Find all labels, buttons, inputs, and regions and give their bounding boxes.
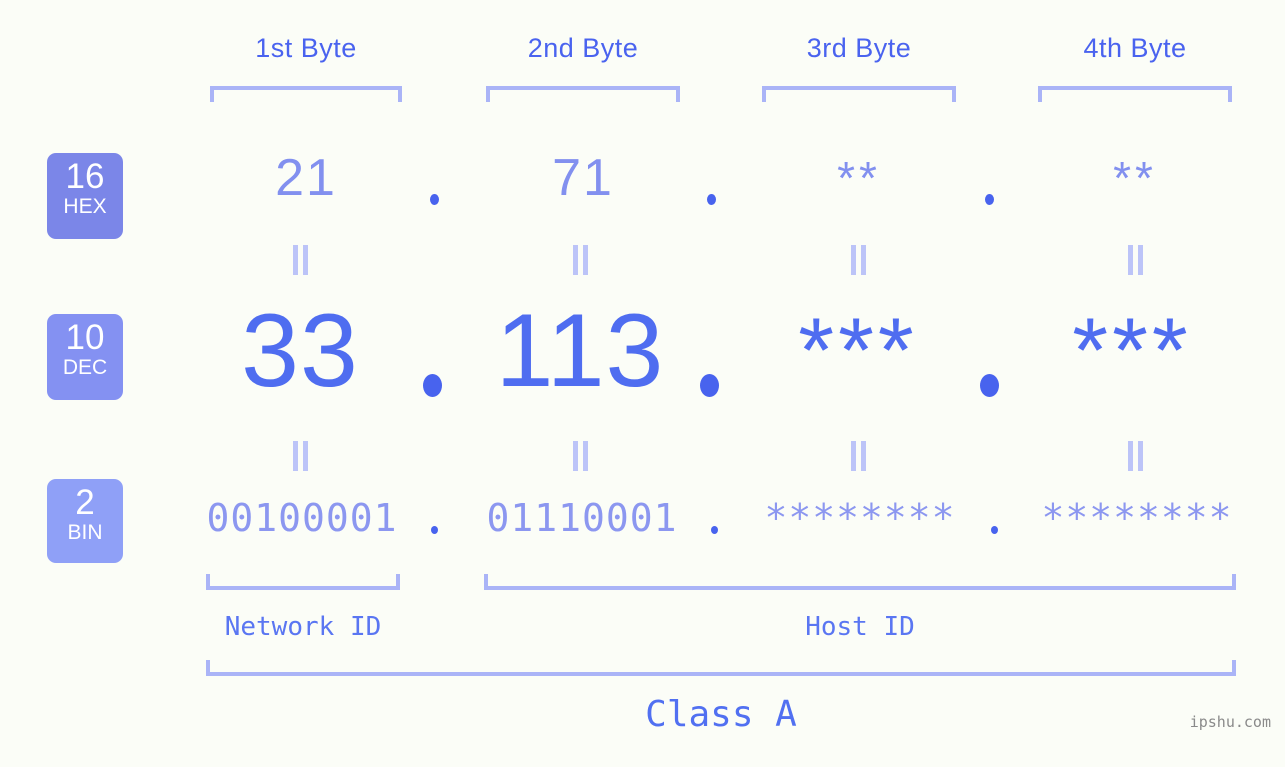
byte-header-3: 3rd Byte [806, 33, 912, 63]
base-badge-dec-name: DEC [62, 356, 108, 379]
class-bracket [206, 660, 1236, 676]
class-label: Class A [645, 694, 797, 735]
network-id-bracket [206, 574, 400, 590]
equals-icon-hex-dec-3 [851, 245, 867, 275]
byte-bracket-top-2 [486, 86, 680, 102]
byte-bracket-top-4 [1038, 86, 1232, 102]
equals-icon-hex-dec-2 [573, 245, 589, 275]
host-id-label: Host ID [805, 612, 915, 642]
hex-byte-4: ** [1113, 152, 1157, 204]
bin-byte-2: 01110001 [486, 496, 678, 540]
bin-byte-3: ******** [764, 496, 956, 540]
ip-address-breakdown-diagram: 1st Byte 2nd Byte 3rd Byte 4th Byte 16 H… [0, 0, 1285, 767]
host-id-bracket [484, 574, 1236, 590]
base-badge-bin-name: BIN [67, 521, 103, 544]
dec-separator-dot-2 [700, 374, 719, 397]
base-badge-bin-number: 2 [75, 483, 95, 522]
dec-byte-1: 33 [241, 293, 359, 409]
dec-separator-dot-3 [980, 374, 999, 397]
base-badge-hex: 16 HEX [47, 153, 123, 239]
bin-separator-dot-3 [991, 526, 998, 534]
base-badge-hex-name: HEX [63, 195, 107, 218]
equals-icon-dec-bin-1 [293, 441, 309, 471]
equals-icon-hex-dec-4 [1128, 245, 1144, 275]
base-badge-bin: 2 BIN [47, 479, 123, 563]
site-watermark: ipshu.com [1189, 713, 1271, 731]
bin-byte-4: ******** [1041, 496, 1233, 540]
network-id-label: Network ID [224, 612, 382, 642]
hex-separator-dot-2 [707, 194, 716, 205]
hex-byte-2: 71 [552, 149, 614, 207]
byte-bracket-top-3 [762, 86, 956, 102]
hex-byte-3: ** [837, 152, 881, 204]
dec-byte-4: *** [1072, 300, 1192, 402]
dec-separator-dot-1 [423, 374, 442, 397]
byte-header-1: 1st Byte [255, 33, 357, 63]
bin-separator-dot-1 [431, 526, 438, 534]
hex-byte-1: 21 [275, 149, 337, 207]
byte-header-4: 4th Byte [1083, 33, 1187, 63]
base-badge-dec-number: 10 [65, 318, 105, 357]
equals-icon-hex-dec-1 [293, 245, 309, 275]
hex-separator-dot-3 [985, 194, 994, 205]
byte-bracket-top-1 [210, 86, 402, 102]
base-badge-dec: 10 DEC [47, 314, 123, 400]
hex-separator-dot-1 [430, 194, 439, 205]
base-badge-hex-number: 16 [65, 157, 105, 196]
dec-byte-3: *** [798, 300, 918, 402]
equals-icon-dec-bin-2 [573, 441, 589, 471]
equals-icon-dec-bin-3 [851, 441, 867, 471]
byte-header-2: 2nd Byte [527, 33, 639, 63]
bin-separator-dot-2 [711, 526, 718, 534]
bin-byte-1: 00100001 [206, 496, 398, 540]
dec-byte-2: 113 [495, 293, 665, 409]
equals-icon-dec-bin-4 [1128, 441, 1144, 471]
